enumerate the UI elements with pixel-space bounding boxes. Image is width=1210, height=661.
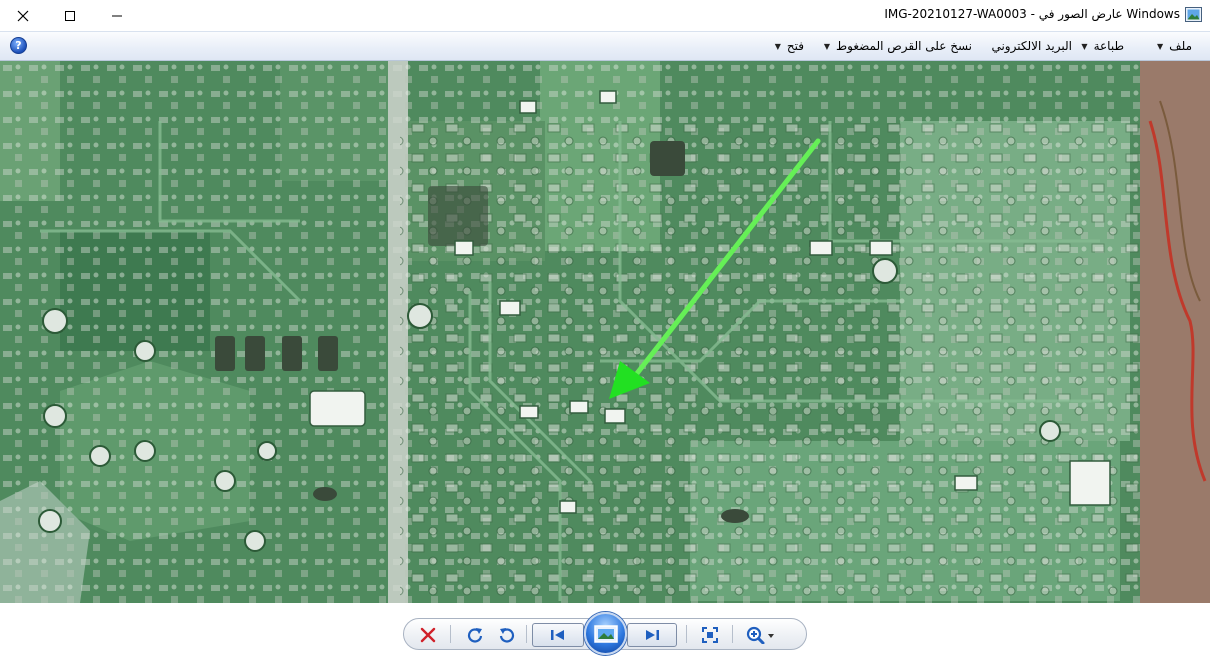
menu-file[interactable]: ملف ▼ (1157, 39, 1192, 53)
photo-viewer-icon (1185, 7, 1202, 22)
toolbar-separator (450, 625, 451, 643)
menu-print[interactable]: طباعة ▼ (1081, 39, 1124, 53)
actual-size-button[interactable] (699, 625, 721, 645)
menu-print-label: طباعة (1093, 39, 1124, 53)
minimize-window-button[interactable] (94, 0, 140, 31)
close-window-button[interactable] (0, 0, 46, 31)
help-glyph: ? (15, 39, 22, 52)
chevron-down-icon: ▼ (823, 41, 831, 51)
image-viewport (0, 61, 1210, 603)
close-icon (17, 10, 29, 21)
menu-open-label: فتح (786, 39, 804, 53)
window-title: IMG-20210127-WA0003 - عارض الصور في Wind… (884, 7, 1180, 21)
maximize-window-button[interactable] (47, 0, 93, 31)
viewer-toolbar (0, 603, 1210, 661)
menu-email-label: البريد الالكتروني (991, 39, 1072, 53)
menu-file-label: ملف (1169, 39, 1192, 53)
chevron-down-icon: ▼ (1081, 41, 1088, 51)
minimize-icon (112, 15, 122, 16)
rotate-cw-icon (467, 628, 483, 643)
rotate-ccw-icon (499, 628, 515, 643)
rotate-counterclockwise-button[interactable] (496, 625, 518, 645)
menu-bar: ملف ▼ طباعة ▼ البريد الالكتروني نسخ على … (0, 31, 1210, 61)
fit-window-icon (702, 627, 718, 643)
skip-forward-icon (646, 630, 659, 640)
previous-button[interactable] (532, 623, 584, 647)
toolbar-separator (732, 625, 733, 643)
maximize-icon (65, 10, 75, 21)
magnifier-plus-icon (746, 626, 774, 644)
menu-burn-label: نسخ على القرص المضغوط (836, 39, 972, 53)
menu-email[interactable]: البريد الالكتروني (991, 39, 1072, 53)
zoom-button[interactable] (745, 625, 779, 645)
menu-open[interactable]: فتح ▼ (775, 39, 804, 53)
help-icon[interactable]: ? (10, 37, 27, 54)
circuit-board-photo (0, 61, 1210, 603)
toolbar-separator (526, 625, 527, 643)
menu-burn[interactable]: نسخ على القرص المضغوط ▼ (824, 39, 972, 53)
red-x-icon (420, 627, 436, 643)
slideshow-icon (593, 624, 618, 643)
title-bar: IMG-20210127-WA0003 - عارض الصور في Wind… (0, 0, 1210, 31)
next-button[interactable] (627, 623, 677, 647)
delete-button[interactable] (417, 625, 439, 645)
skip-back-icon (551, 630, 564, 640)
chevron-down-icon: ▼ (774, 41, 781, 51)
rotate-clockwise-button[interactable] (464, 625, 486, 645)
chevron-down-icon: ▼ (1157, 41, 1164, 51)
slideshow-button[interactable] (584, 612, 627, 655)
toolbar-separator (686, 625, 687, 643)
